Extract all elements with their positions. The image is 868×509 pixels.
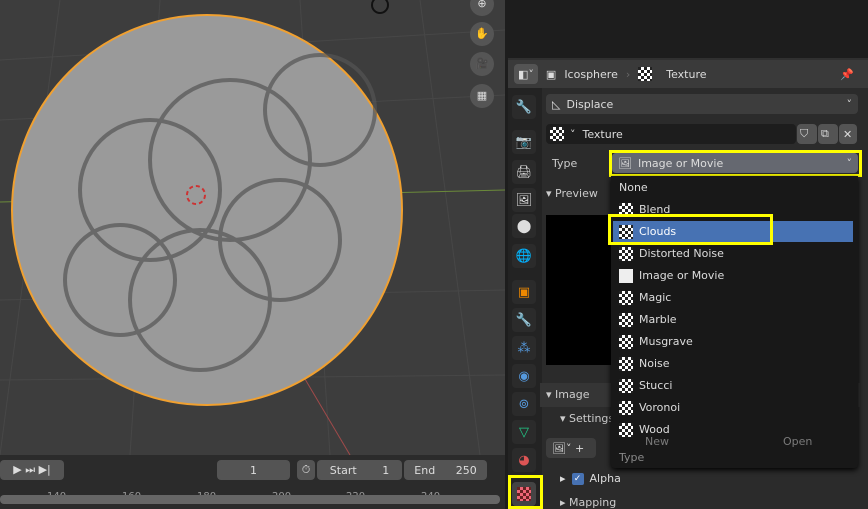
dropdown-item-musgrave[interactable]: Musgrave: [613, 331, 853, 352]
timeline: ▶ ⏭ ▶| 1 ⏱ Start1 End250 140 160 180 200…: [0, 455, 505, 509]
3d-viewport[interactable]: ⊕ ✋ 🎥 ▦: [0, 0, 505, 455]
checker-texture-icon: [619, 246, 633, 261]
preview-panel-header[interactable]: ▾ Preview: [546, 187, 598, 200]
displace-icon: ◺: [552, 97, 561, 111]
open-button[interactable]: Open: [783, 435, 812, 448]
dropdown-item-none[interactable]: None: [613, 177, 853, 198]
object-tab-icon[interactable]: ▣: [512, 280, 536, 304]
alpha-checkbox[interactable]: ▸ ✓ Alpha: [560, 472, 621, 485]
preview-label: Preview: [555, 187, 598, 200]
playback-controls[interactable]: ▶ ⏭ ▶|: [0, 460, 64, 480]
render-tab-icon[interactable]: 📷: [512, 130, 536, 154]
checker-texture-icon: [619, 290, 633, 305]
zoom-icon[interactable]: ⊕: [470, 0, 494, 16]
viewport-grid: [0, 0, 505, 455]
breadcrumb-object: Icosphere: [564, 67, 618, 81]
camera-icon[interactable]: 🎥: [470, 52, 494, 76]
duplicate-icon[interactable]: ⧉: [818, 124, 838, 144]
constraints-tab-icon[interactable]: ⊚: [512, 392, 536, 416]
material-tab-icon[interactable]: ◕: [512, 448, 536, 472]
stopwatch-icon[interactable]: ⏱: [297, 460, 315, 480]
data-tab-icon[interactable]: ▽: [512, 420, 536, 444]
world-tab-icon[interactable]: 🌐: [512, 244, 536, 268]
dropdown-item-label: Stucci: [639, 379, 673, 392]
image-icon: [619, 268, 633, 283]
start-label: Start: [329, 463, 357, 477]
new-button[interactable]: New: [645, 435, 669, 448]
annotation-highlight: [508, 475, 543, 509]
checker-texture-icon: [619, 356, 633, 371]
editor-type-icon[interactable]: ◧˅: [514, 64, 538, 84]
dropdown-item-label: Image or Movie: [639, 269, 725, 282]
modifier-name: Displace: [566, 97, 614, 111]
dropdown-item-label: None: [619, 181, 648, 194]
current-frame-field[interactable]: 1: [217, 460, 290, 480]
particles-tab-icon[interactable]: ⁂: [512, 336, 536, 360]
annotation-highlight: [609, 150, 862, 177]
timeline-scrollbar[interactable]: [0, 495, 500, 504]
grid-icon[interactable]: ▦: [470, 84, 494, 108]
preview-image: [546, 215, 616, 365]
checker-texture-icon: [619, 312, 633, 327]
dropdown-item-label: Distorted Noise: [639, 247, 724, 260]
dropdown-item-label: Magic: [639, 291, 672, 304]
dropdown-item-image-or-movie[interactable]: Image or Movie: [613, 265, 853, 286]
end-value: 250: [455, 463, 477, 477]
texture-name: Texture: [582, 127, 623, 141]
settings-subpanel-header[interactable]: ▾ Settings: [560, 412, 614, 425]
pin-icon[interactable]: 📌: [840, 68, 854, 81]
dropdown-item-label: Voronoi: [639, 401, 681, 414]
hand-icon[interactable]: ✋: [470, 22, 494, 46]
mapping-panel-header[interactable]: ▸ Mapping: [560, 496, 616, 509]
modifier-tab-icon[interactable]: 🔧: [512, 308, 536, 332]
annotation-highlight: [608, 214, 773, 245]
fake-user-icon[interactable]: ⛉: [797, 124, 817, 144]
start-frame-field[interactable]: Start 1: [317, 460, 402, 480]
view-layer-tab-icon[interactable]: 🖼: [512, 188, 536, 212]
scene-tab-icon[interactable]: ⬤: [512, 214, 536, 238]
breadcrumb-texture: Texture: [666, 67, 707, 81]
icosphere-object: [11, 14, 403, 406]
output-tab-icon[interactable]: 🖨: [512, 160, 536, 184]
object-icon: ▣: [545, 67, 557, 81]
end-frame-field[interactable]: End 250: [404, 460, 487, 480]
texture-browse-icon[interactable]: [550, 127, 564, 141]
checker-texture-icon: [619, 378, 633, 393]
dropdown-item-label: Marble: [639, 313, 677, 326]
start-value: 1: [382, 463, 390, 477]
physics-tab-icon[interactable]: ◉: [512, 364, 536, 388]
type-label: Type: [552, 157, 578, 170]
properties-header: ◧˅ ▣ Icosphere › Texture 📌: [508, 60, 868, 88]
dropdown-item-noise[interactable]: Noise: [613, 353, 853, 374]
dropdown-item-label: Noise: [639, 357, 670, 370]
dropdown-item-distorted-noise[interactable]: Distorted Noise: [613, 243, 853, 264]
checker-texture-icon: [619, 422, 633, 437]
unlink-icon[interactable]: ✕: [839, 124, 857, 144]
dropdown-item-voronoi[interactable]: Voronoi: [613, 397, 853, 418]
checkbox-icon[interactable]: ✓: [571, 472, 584, 485]
dropdown-item-marble[interactable]: Marble: [613, 309, 853, 330]
image-label: Image: [555, 388, 590, 401]
alpha-label: Alpha: [589, 472, 621, 485]
dropdown-item-stucci[interactable]: Stucci: [613, 375, 853, 396]
dropdown-item-magic[interactable]: Magic: [613, 287, 853, 308]
dropdown-item-label: Musgrave: [639, 335, 693, 348]
checker-texture-icon: [619, 400, 633, 415]
end-label: End: [414, 463, 436, 477]
mapping-label: Mapping: [569, 496, 617, 509]
checker-texture-icon: [619, 334, 633, 349]
tool-tab-icon[interactable]: 🔧: [512, 95, 536, 119]
settings-label: Settings: [569, 412, 615, 425]
texture-icon: [638, 67, 653, 81]
modifier-selector[interactable]: ◺ Displace ˅: [546, 94, 858, 114]
dropdown-footer: Type: [619, 451, 645, 464]
image-browse-button[interactable]: 🖼˅ +: [546, 438, 596, 458]
texture-name-field[interactable]: ˅ Texture: [546, 124, 796, 144]
